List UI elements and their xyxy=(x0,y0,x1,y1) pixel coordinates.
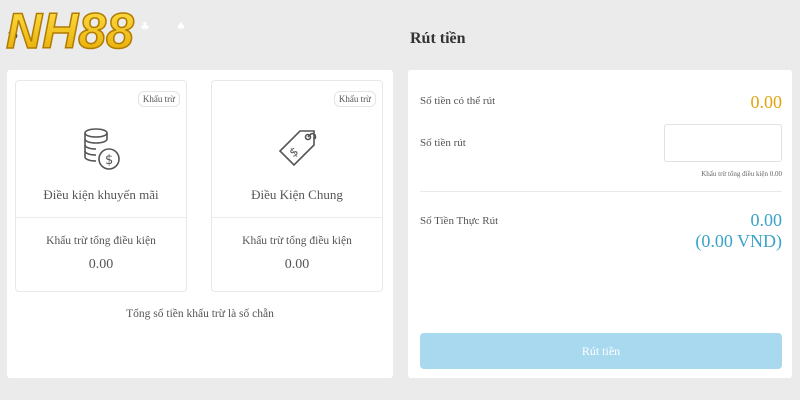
nh88-logo: NH88 ♣ ♠ xyxy=(5,2,186,60)
svg-text:♣: ♣ xyxy=(140,20,150,33)
card-title: Điều Kiện Chung xyxy=(251,187,343,202)
withdraw-divider xyxy=(420,191,782,192)
card-divider xyxy=(212,217,382,218)
card-sub-label: Khấu trừ tổng điều kiện xyxy=(46,235,156,247)
card-sub-label: Khấu trừ tổng điều kiện xyxy=(242,235,352,247)
svg-text:$: $ xyxy=(287,144,301,160)
deduction-tag: Khấu trừ xyxy=(137,91,180,107)
svg-text:♠: ♠ xyxy=(176,20,186,33)
card-sub-value: 0.00 xyxy=(88,257,114,272)
withdraw-amount-input[interactable] xyxy=(664,124,782,162)
withdraw-title: Rút tiền xyxy=(410,30,466,47)
price-tag-icon: $ xyxy=(278,130,317,167)
card-sub-value: 0.00 xyxy=(284,257,310,272)
available-label: Số tiền có thể rút xyxy=(420,95,496,107)
amount-label: Số tiền rút xyxy=(420,137,466,149)
svg-text:$: $ xyxy=(105,153,113,168)
actual-amount: 0.00 xyxy=(750,210,783,230)
general-condition-card: Khấu trừ $ Điều Kiện Chung Khấu trừ tổng… xyxy=(211,80,383,292)
deduction-tag: Khấu trừ xyxy=(333,91,376,107)
svg-text:NH88: NH88 xyxy=(6,3,134,59)
available-value: 0.00 xyxy=(750,92,783,112)
deduction-note: Tổng số tiền khấu trừ là số chẵn xyxy=(126,308,274,320)
withdraw-button[interactable]: Rút tiền xyxy=(420,333,782,369)
card-divider xyxy=(16,217,186,218)
actual-amount-vnd: (0.00 VND) xyxy=(695,231,782,251)
promo-condition-card: Khấu trừ $ Điều kiện khuyến mãi Khấu trừ… xyxy=(15,80,187,292)
actual-amount-label: Số Tiền Thực Rút xyxy=(420,215,499,227)
card-title: Điều kiện khuyến mãi xyxy=(43,187,159,202)
deduction-panel: Khấu trừ $ Điều kiện khuyến mãi Khấu trừ… xyxy=(7,70,393,378)
actual-amount-value: 0.00 (0.00 VND) xyxy=(695,210,782,252)
amount-hint: Khấu trừ tổng điều kiện 0.00 xyxy=(701,170,782,178)
coins-dollar-icon: $ xyxy=(84,128,120,170)
withdraw-panel: Số tiền có thể rút 0.00 Số tiền rút Khấu… xyxy=(408,70,792,378)
